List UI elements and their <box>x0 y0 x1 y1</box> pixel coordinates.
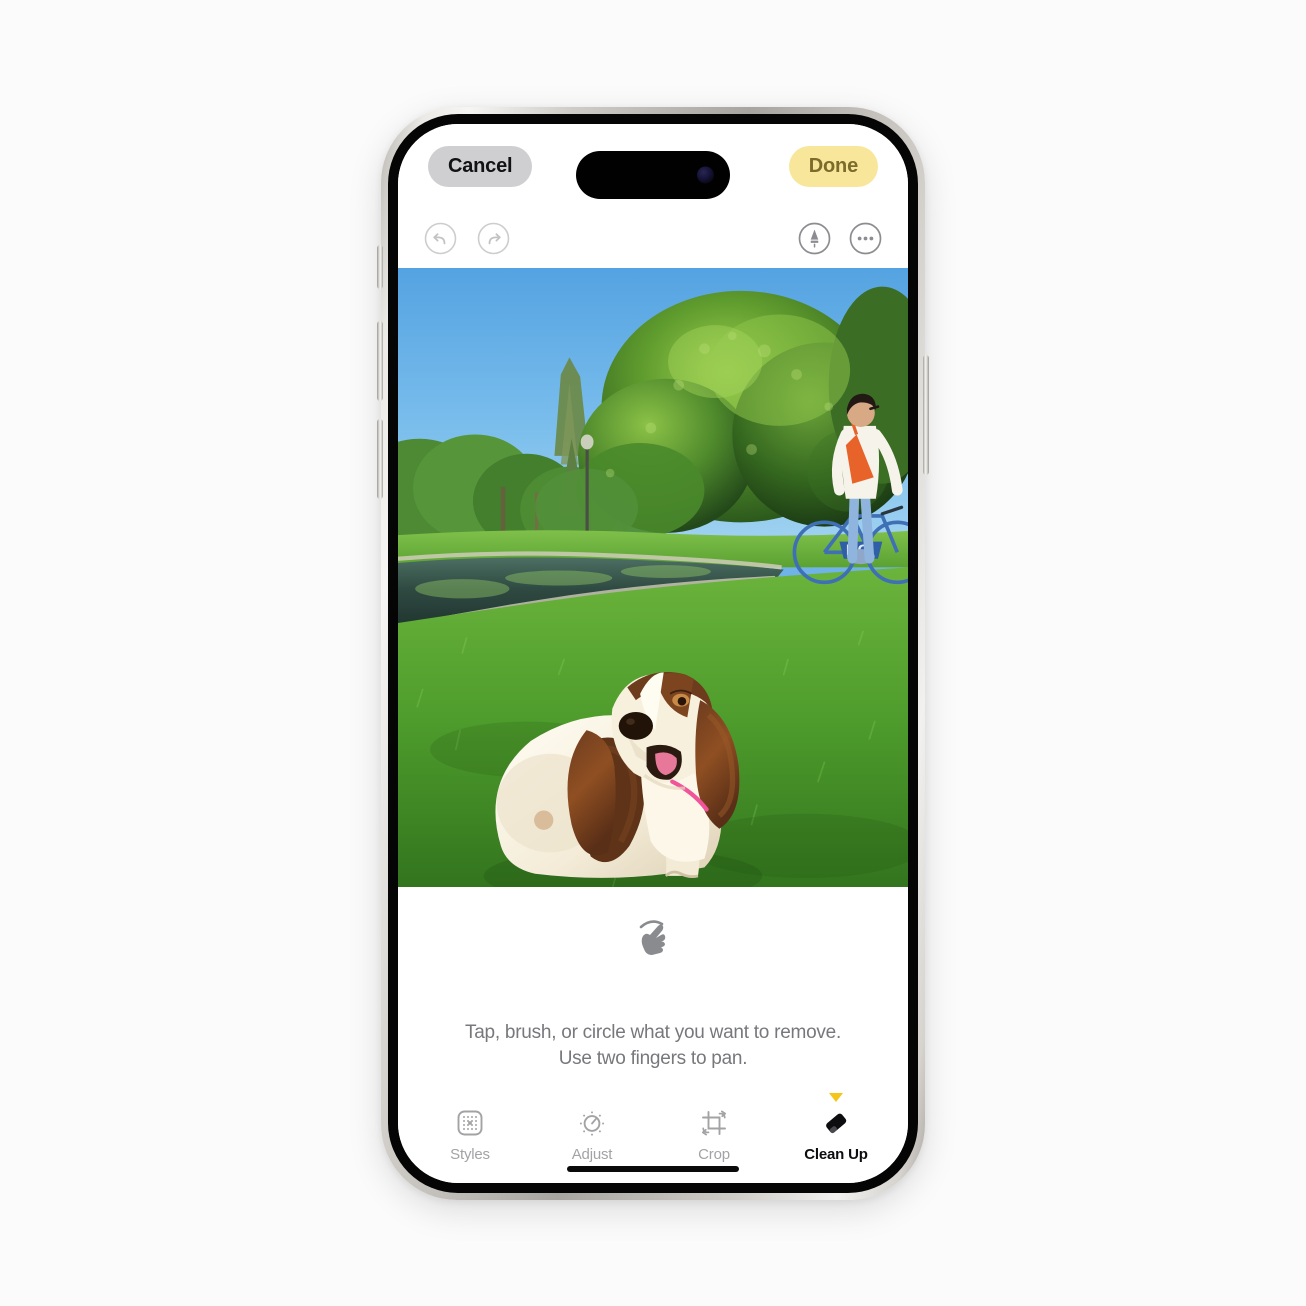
home-indicator[interactable] <box>567 1166 739 1172</box>
adjust-dial-icon <box>577 1105 607 1141</box>
editor-tool-row <box>398 208 908 268</box>
tool-label: Adjust <box>571 1146 613 1163</box>
power-button[interactable] <box>923 355 929 475</box>
photo-illustration: RC <box>398 268 908 887</box>
dynamic-island <box>576 151 730 199</box>
device-screen: Cancel Done Tap, brush, or circle what y… <box>398 124 908 1183</box>
photo-canvas[interactable]: RC <box>398 268 908 887</box>
redo-icon[interactable] <box>477 222 510 255</box>
styles-grid-icon <box>455 1105 485 1141</box>
history-controls <box>424 222 510 255</box>
markup-pen-icon[interactable] <box>798 222 831 255</box>
more-options-icon[interactable] <box>849 222 882 255</box>
screenshot-canvas: Cancel Done Tap, brush, or circle what y… <box>0 0 1306 1306</box>
eraser-icon <box>820 1105 852 1141</box>
tool-label: Clean Up <box>804 1146 868 1163</box>
tool-label: Crop <box>698 1146 730 1163</box>
tool-cleanup[interactable]: Clean Up <box>797 1093 875 1163</box>
front-camera-lens <box>697 166 714 184</box>
editor-actions <box>798 222 882 255</box>
crop-icon <box>699 1105 729 1141</box>
active-tool-indicator-triangle <box>829 1093 843 1102</box>
volume-down-button[interactable] <box>377 419 383 499</box>
undo-icon[interactable] <box>424 222 457 255</box>
tool-adjust[interactable]: Adjust <box>553 1093 631 1163</box>
iphone-device: Cancel Done Tap, brush, or circle what y… <box>377 107 929 1200</box>
tool-crop[interactable]: Crop <box>675 1093 753 1163</box>
cleanup-hint-panel: Tap, brush, or circle what you want to r… <box>398 887 908 1093</box>
cancel-button[interactable]: Cancel <box>428 145 533 187</box>
action-button[interactable] <box>377 245 383 289</box>
cleanup-instruction-text: Tap, brush, or circle what you want to r… <box>464 1022 842 1069</box>
tap-gesture-hand-icon <box>630 913 676 964</box>
done-button[interactable]: Done <box>788 145 878 187</box>
tool-label: Styles <box>450 1146 490 1163</box>
volume-up-button[interactable] <box>377 321 383 401</box>
tool-styles[interactable]: Styles <box>431 1093 509 1163</box>
